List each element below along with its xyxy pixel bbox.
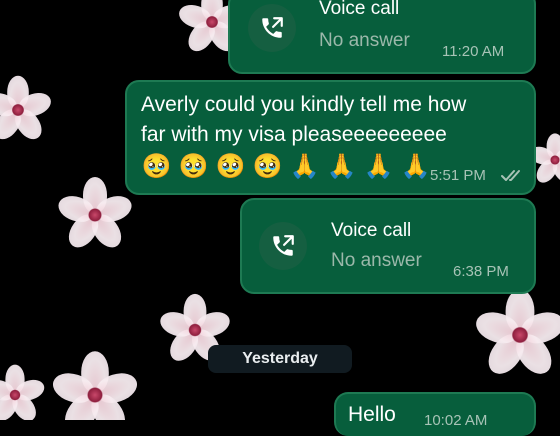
voice-call-message[interactable]: Voice call No answer 11:20 AM: [228, 0, 536, 74]
emoji-row: 🥹 🥹 🥹 🥹 🙏 🙏 🙏 🙏: [141, 152, 431, 182]
date-separator: Yesterday: [208, 345, 352, 373]
flower-center: [9, 389, 21, 401]
flower-center: [205, 15, 219, 29]
call-status: No answer: [319, 30, 410, 51]
folded-hands-emoji: 🙏: [326, 153, 357, 180]
outgoing-call-icon: [248, 4, 296, 52]
flower-center: [11, 103, 25, 117]
flower-center: [86, 386, 104, 404]
message-time: 6:38 PM: [453, 263, 509, 280]
message-line: Averly could you kindly tell me how: [141, 93, 467, 116]
double-check-icon: [501, 170, 520, 181]
pleading-face-emoji: 🥹: [178, 153, 209, 180]
flower-center: [511, 326, 529, 344]
pleading-face-emoji: 🥹: [215, 153, 246, 180]
call-title: Voice call: [331, 220, 412, 241]
call-title: Voice call: [319, 0, 400, 19]
voice-call-message[interactable]: Voice call No answer 6:38 PM: [240, 198, 536, 294]
pleading-face-emoji: 🥹: [141, 153, 172, 180]
flower-center: [88, 208, 102, 222]
message-time: 11:20 AM: [442, 43, 505, 60]
folded-hands-emoji: 🙏: [400, 153, 431, 180]
folded-hands-emoji: 🙏: [289, 153, 320, 180]
flower-center: [188, 323, 202, 337]
message-line: Hello: [348, 403, 396, 426]
folded-hands-emoji: 🙏: [363, 153, 394, 180]
flower-center: [550, 155, 560, 165]
call-status: No answer: [331, 250, 422, 271]
message-time: 5:51 PM: [430, 167, 486, 184]
pleading-face-emoji: 🥹: [252, 153, 283, 180]
text-message[interactable]: Averly could you kindly tell me how far …: [125, 80, 536, 195]
text-message[interactable]: Hello 10:02 AM: [334, 392, 536, 436]
outgoing-call-icon: [259, 222, 307, 270]
message-time: 10:02 AM: [424, 412, 488, 429]
message-line: far with my visa pleaseeeeeeeee: [141, 123, 447, 146]
